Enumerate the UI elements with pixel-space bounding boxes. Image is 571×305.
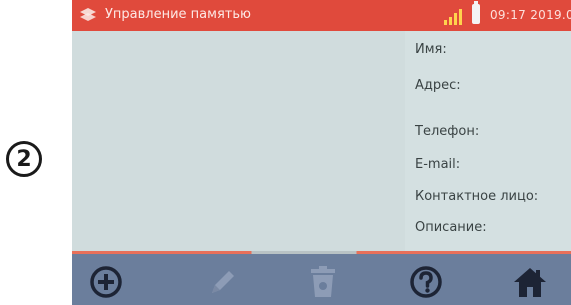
label-name: Имя: bbox=[415, 42, 447, 57]
label-phone: Телефон: bbox=[415, 124, 480, 139]
title-bar: Управление памятью 09:17 2019.02.1 bbox=[72, 0, 571, 31]
device-screen: Управление памятью 09:17 2019.02.1 Имя: … bbox=[72, 0, 571, 305]
memory-list-pane[interactable] bbox=[72, 31, 405, 253]
plus-circle-icon bbox=[90, 266, 122, 298]
bottom-toolbar bbox=[72, 254, 571, 305]
step-number-marker: 2 bbox=[6, 141, 42, 177]
delete-button[interactable] bbox=[303, 262, 343, 302]
question-circle-icon bbox=[410, 266, 442, 298]
edit-button[interactable] bbox=[203, 262, 243, 302]
label-address: Адрес: bbox=[415, 78, 461, 93]
trash-icon bbox=[311, 266, 335, 297]
battery-icon bbox=[472, 1, 480, 24]
arrows-icon bbox=[80, 8, 96, 21]
pencil-icon bbox=[212, 271, 234, 293]
home-button[interactable] bbox=[510, 262, 550, 302]
label-description: Описание: bbox=[415, 220, 487, 235]
signal-bars-icon bbox=[444, 9, 462, 25]
add-button[interactable] bbox=[86, 262, 126, 302]
home-icon bbox=[514, 268, 546, 297]
label-email: E-mail: bbox=[415, 157, 461, 172]
status-datetime: 09:17 2019.02.1 bbox=[490, 8, 571, 22]
help-button[interactable] bbox=[406, 262, 446, 302]
screen-title: Управление памятью bbox=[105, 7, 251, 22]
label-contact-person: Контактное лицо: bbox=[415, 189, 539, 204]
